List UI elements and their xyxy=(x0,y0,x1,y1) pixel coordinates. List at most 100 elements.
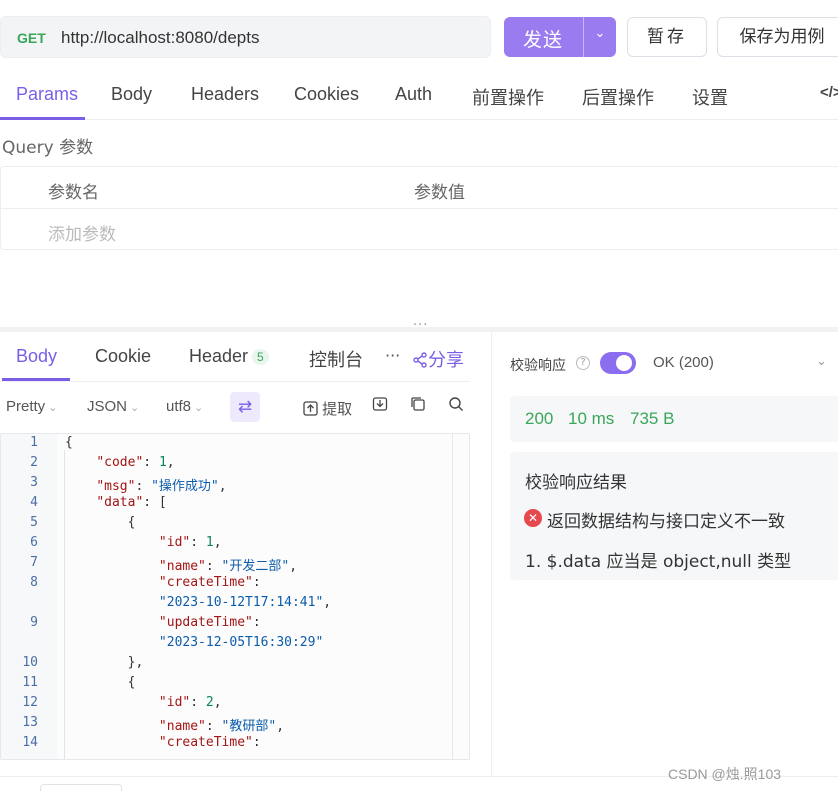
tab-cookies[interactable]: Cookies xyxy=(294,84,359,105)
save-as-case-button[interactable]: 保存为用例 xyxy=(717,17,838,57)
extract-button[interactable]: 提取 xyxy=(303,398,352,419)
code-line: "createTime": xyxy=(158,735,261,750)
param-value-header: 参数值 xyxy=(414,183,465,203)
response-tabs: Body Cookie Header 5 控制台 ··· 分享 xyxy=(0,336,470,382)
encoding-select[interactable]: utf8 ⌄ xyxy=(166,398,203,415)
scrollbar-track[interactable] xyxy=(452,434,453,759)
send-button[interactable]: 发送 ⌄ xyxy=(504,17,616,57)
download-icon[interactable] xyxy=(372,396,388,416)
tab-headers[interactable]: Headers xyxy=(191,84,259,105)
response-time: 10 ms xyxy=(568,409,615,428)
code-line: "code": 1, xyxy=(96,455,175,470)
active-tab-indicator xyxy=(2,378,70,381)
share-button[interactable]: 分享 xyxy=(412,346,464,372)
line-number: 10 xyxy=(22,655,38,670)
response-toolbar: Pretty ⌄ JSON ⌄ utf8 ⌄ ⇄ 提取 xyxy=(0,392,470,422)
line-number: 14 xyxy=(22,735,38,750)
line-number: 2 xyxy=(30,455,38,470)
response-body-viewer[interactable]: 1 {2 "code": 1, 3 "msg": "操作成功", 4 "data": … xyxy=(0,433,470,760)
code-line: { xyxy=(65,675,136,690)
add-param-input[interactable]: 添加参数 xyxy=(48,220,116,245)
line-number: 12 xyxy=(22,695,38,710)
url-input[interactable]: http://localhost:8080/depts xyxy=(61,28,259,48)
line-number: 8 xyxy=(30,575,38,590)
url-bar[interactable]: GET http://localhost:8080/depts xyxy=(0,16,491,58)
chevron-down-icon[interactable]: ⌄ xyxy=(816,354,827,369)
format-select[interactable]: JSON ⌄ xyxy=(87,398,139,415)
more-icon[interactable]: ··· xyxy=(385,346,400,365)
tab-body[interactable]: Body xyxy=(111,84,152,105)
encoding-select-value: utf8 xyxy=(166,398,192,415)
pretty-select-value: Pretty xyxy=(6,398,46,415)
line-number: 13 xyxy=(22,715,38,730)
share-label: 分享 xyxy=(428,350,464,371)
code-line: "data": [ xyxy=(96,495,167,510)
error-icon: ✕ xyxy=(524,509,542,527)
code-line: { xyxy=(65,515,136,530)
chevron-down-icon: ⌄ xyxy=(48,402,58,414)
table-divider xyxy=(1,208,838,209)
code-line: "updateTime": xyxy=(158,615,261,630)
word-wrap-icon[interactable]: ⇄ xyxy=(230,392,260,422)
expected-status[interactable]: OK (200) xyxy=(653,354,714,371)
search-icon[interactable] xyxy=(448,396,464,416)
line-number: 4 xyxy=(30,495,38,510)
tab-params[interactable]: Params xyxy=(16,84,78,105)
code-line: "createTime": xyxy=(158,575,261,590)
code-line: "id": 1, xyxy=(158,535,222,550)
result-title: 校验响应结果 xyxy=(525,473,627,493)
query-param-table: 参数名 参数值 添加参数 xyxy=(0,166,838,250)
request-tabs: Params Body Headers Cookies Auth 前置操作 后置… xyxy=(0,68,838,120)
line-number: 1 xyxy=(30,435,38,450)
validate-response-toggle[interactable] xyxy=(600,352,636,374)
response-stats: 200 10 ms 735 B xyxy=(510,396,838,442)
param-name-header: 参数名 xyxy=(48,183,99,203)
chevron-down-icon: ⌄ xyxy=(130,402,140,414)
vertical-divider xyxy=(491,332,492,777)
chevron-down-icon: ⌄ xyxy=(194,402,204,414)
drag-handle-icon[interactable]: ··· xyxy=(413,318,428,333)
line-number: 3 xyxy=(30,475,38,490)
error-detail: 1. $.data 应当是 object,null 类型 xyxy=(525,552,792,572)
send-label: 发送 xyxy=(522,29,563,51)
chevron-down-icon[interactable]: ⌄ xyxy=(584,26,616,41)
copy-icon[interactable] xyxy=(410,396,426,416)
extract-icon xyxy=(303,401,318,416)
tab-console[interactable]: 控制台 xyxy=(309,346,363,372)
tab-settings[interactable]: 设置 xyxy=(692,84,728,110)
extract-label: 提取 xyxy=(322,401,353,418)
share-icon xyxy=(413,352,427,368)
code-line: "id": 2, xyxy=(158,695,222,710)
pretty-select[interactable]: Pretty ⌄ xyxy=(6,398,57,415)
tab-response-header-label: Header xyxy=(189,346,249,366)
tab-pre-actions[interactable]: 前置操作 xyxy=(472,84,544,110)
save-button[interactable]: 暂存 xyxy=(627,17,707,57)
code-line: "2023-10-12T17:14:41", xyxy=(158,595,332,610)
line-number: 6 xyxy=(30,535,38,550)
tab-response-header[interactable]: Header 5 xyxy=(189,346,269,367)
tab-response-cookie[interactable]: Cookie xyxy=(95,346,151,367)
validation-result: 校验响应结果 ✕ 返回数据结构与接口定义不一致 1. $.data 应当是 ob… xyxy=(510,452,838,580)
active-tab-indicator xyxy=(0,117,85,120)
toggle-knob xyxy=(616,355,632,371)
watermark: CSDN @烛.照103 xyxy=(668,766,782,782)
tab-post-actions[interactable]: 后置操作 xyxy=(582,84,654,110)
code-line: "name": "教研部", xyxy=(158,719,285,734)
tab-auth[interactable]: Auth xyxy=(395,84,432,105)
tab-response-body[interactable]: Body xyxy=(16,346,57,367)
code-line: }, xyxy=(65,655,144,670)
line-number: 7 xyxy=(30,555,38,570)
format-select-value: JSON xyxy=(87,398,128,415)
code-line: "2023-12-05T16:30:29" xyxy=(158,635,324,650)
code-line: { xyxy=(65,435,73,450)
query-section-title: Query 参数 xyxy=(2,138,94,158)
help-icon[interactable]: ? xyxy=(576,356,590,370)
validate-response-label: 校验响应 xyxy=(510,358,566,374)
response-size: 735 B xyxy=(630,409,675,428)
tab-code[interactable]: </> xyxy=(820,84,838,101)
line-number: 11 xyxy=(22,675,38,690)
bottom-tab[interactable] xyxy=(40,784,122,791)
http-method[interactable]: GET xyxy=(17,30,46,46)
error-message: 返回数据结构与接口定义不一致 xyxy=(547,512,785,532)
header-count-badge: 5 xyxy=(252,349,269,366)
